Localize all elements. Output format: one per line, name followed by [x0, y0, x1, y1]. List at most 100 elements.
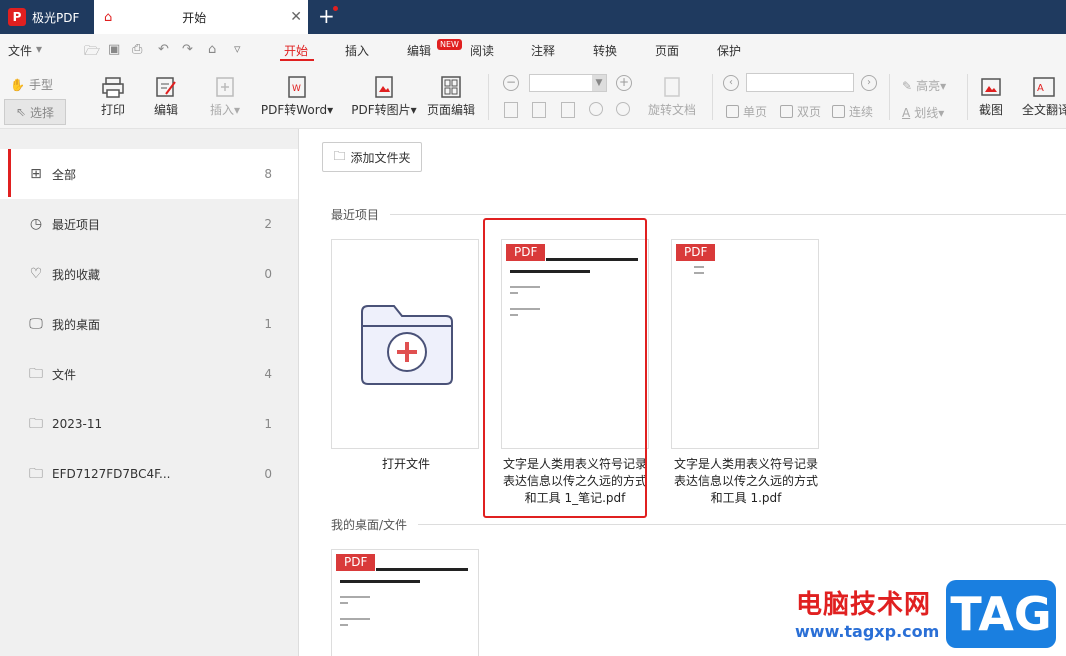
underline-button[interactable]: A 划线 ▾: [902, 104, 944, 121]
chevron-down-icon: ▾: [327, 103, 334, 117]
rotate-right-icon[interactable]: [616, 102, 630, 116]
pdf-badge: PDF: [336, 554, 376, 571]
active-tab-indicator: [280, 59, 314, 61]
rotate-document-label: 旋转文档: [647, 103, 696, 117]
continuous-icon: [832, 105, 845, 118]
page-number-input[interactable]: [746, 73, 854, 92]
menu-protect[interactable]: 保护: [717, 42, 741, 59]
preview-text-line: [694, 272, 704, 274]
menu-page[interactable]: 页面: [655, 42, 679, 59]
single-page-button[interactable]: 单页: [726, 103, 767, 120]
chevron-down-icon: ▾: [233, 103, 241, 117]
sidebar-item-label: 最近项目: [52, 217, 101, 232]
menu-annotate[interactable]: 注释: [531, 42, 555, 59]
print-button[interactable]: 打印: [96, 76, 130, 118]
pdf-card-desktop[interactable]: PDF: [331, 549, 479, 656]
sidebar-item-count: 4: [264, 367, 272, 381]
zoom-in-icon[interactable]: +: [616, 75, 632, 91]
app-tab[interactable]: P 极光PDF: [0, 0, 92, 34]
chevron-down-icon[interactable]: ▾: [36, 42, 42, 56]
redo-icon[interactable]: ↷: [182, 42, 193, 57]
file-name-line: 表达信息以传之久远的方式: [673, 474, 818, 488]
home-icon: ⌂: [104, 9, 113, 25]
actual-size-icon[interactable]: [504, 102, 518, 118]
menu-insert[interactable]: 插入: [345, 42, 369, 59]
menu-file[interactable]: 文件: [8, 42, 32, 59]
sidebar-item-favorites[interactable]: ♡ 我的收藏 0: [0, 249, 298, 299]
hand-tool[interactable]: ✋ 手型: [10, 76, 53, 93]
home-icon[interactable]: ⌂: [208, 42, 216, 57]
menu-start[interactable]: 开始: [284, 42, 308, 59]
tab-start[interactable]: ⌂ 开始 ✕: [94, 0, 308, 34]
single-page-label: 单页: [743, 105, 768, 119]
sidebar-item-2023-11[interactable]: 🗀 2023-11 1: [0, 399, 298, 449]
pdf-to-word-label: PDF转Word: [260, 103, 328, 117]
preview-text-line: [376, 568, 468, 571]
chevron-down-icon[interactable]: ▿: [234, 42, 241, 57]
toolbar-divider: [889, 74, 890, 120]
save-icon[interactable]: ▣: [108, 42, 120, 57]
new-badge: NEW: [437, 39, 462, 50]
next-page-icon[interactable]: ›: [861, 75, 877, 91]
pdf-file-name[interactable]: 文字是人类用表义符号记录 表达信息以传之久远的方式 和工具 1.pdf: [666, 456, 826, 507]
menu-convert[interactable]: 转换: [593, 42, 617, 59]
pdf-to-word-button[interactable]: W PDF转Word▾: [258, 76, 336, 118]
zoom-out-icon[interactable]: −: [503, 75, 519, 91]
fit-width-icon[interactable]: [561, 102, 575, 118]
open-folder-icon[interactable]: 🗁: [84, 42, 100, 64]
add-folder-button[interactable]: 🗀 添加文件夹: [322, 142, 422, 172]
chevron-down-icon: ▾: [940, 78, 947, 93]
edit-button[interactable]: 编辑: [149, 76, 183, 118]
sidebar: ⊞ 全部 8 ◷ 最近项目 2 ♡ 我的收藏 0 🖵 我的桌面 1 🗀 文件 4…: [0, 129, 299, 656]
translate-button[interactable]: A 全文翻译: [1022, 76, 1066, 118]
underline-label: 划线: [914, 106, 939, 120]
print-icon[interactable]: ⎙: [132, 42, 142, 57]
sidebar-item-recent[interactable]: ◷ 最近项目 2: [0, 199, 298, 249]
translate-icon: A: [1033, 77, 1055, 97]
file-name-line: 和工具 1.pdf: [710, 491, 782, 505]
hand-icon: ✋: [10, 77, 25, 92]
folder-icon: 🗀: [29, 416, 43, 432]
screenshot-button[interactable]: 截图: [974, 76, 1008, 118]
print-label: 打印: [100, 103, 125, 117]
sidebar-item-count: 8: [264, 167, 272, 181]
sidebar-item-files[interactable]: 🗀 文件 4: [0, 349, 298, 399]
cursor-icon: ⇖: [15, 105, 27, 119]
chevron-down-icon: ▾: [938, 105, 945, 120]
rotate-left-icon[interactable]: [589, 102, 603, 116]
preview-text-line: [694, 266, 704, 268]
sidebar-item-count: 2: [264, 217, 272, 231]
sidebar-item-label: 全部: [52, 167, 77, 182]
sidebar-item-label: EFD7127FD7BC4F...: [52, 467, 171, 481]
sidebar-item-label: 2023-11: [52, 417, 103, 431]
rotate-document-button[interactable]: 旋转文档: [644, 76, 700, 118]
sidebar-item-desktop[interactable]: 🖵 我的桌面 1: [0, 299, 298, 349]
open-file-card[interactable]: [331, 239, 479, 449]
sidebar-item-all[interactable]: ⊞ 全部 8: [0, 149, 298, 199]
highlight-button[interactable]: ✎ 高亮 ▾: [902, 77, 946, 94]
toolbar-divider: [712, 74, 713, 120]
insert-icon: [216, 77, 234, 97]
insert-button[interactable]: 插入▾: [205, 76, 245, 118]
pdf-to-word-icon: W: [288, 76, 306, 98]
svg-text:A: A: [1037, 83, 1044, 94]
open-file-label[interactable]: 打开文件: [326, 456, 486, 473]
continuous-button[interactable]: 连续: [832, 103, 873, 120]
double-page-button[interactable]: 双页: [780, 103, 821, 120]
menu-edit[interactable]: 编辑: [407, 42, 431, 59]
fit-page-icon[interactable]: [532, 102, 546, 118]
previous-page-icon[interactable]: ‹: [723, 75, 739, 91]
undo-icon[interactable]: ↶: [158, 42, 169, 57]
page-edit-button[interactable]: 页面编辑: [424, 76, 478, 118]
toolbar-divider: [488, 74, 489, 120]
sidebar-item-count: 0: [264, 467, 272, 481]
menu-bar: 文件 ▾ 🗁 ▣ ⎙ ↶ ↷ ⌂ ▿ 开始 插入 编辑 阅读 注释 转换 页面 …: [0, 34, 1066, 66]
menu-read[interactable]: 阅读: [470, 42, 494, 59]
sidebar-item-efd-folder[interactable]: 🗀 EFD7127FD7BC4F... 0: [0, 449, 298, 499]
select-tool[interactable]: ⇖ 选择: [4, 99, 66, 125]
pdf-to-image-button[interactable]: PDF转图片▾: [348, 76, 420, 118]
pdf-card-original[interactable]: PDF: [671, 239, 819, 449]
zoom-select[interactable]: ▼: [529, 74, 607, 92]
close-icon[interactable]: ✕: [290, 9, 302, 25]
select-tool-label: 选择: [30, 105, 55, 120]
